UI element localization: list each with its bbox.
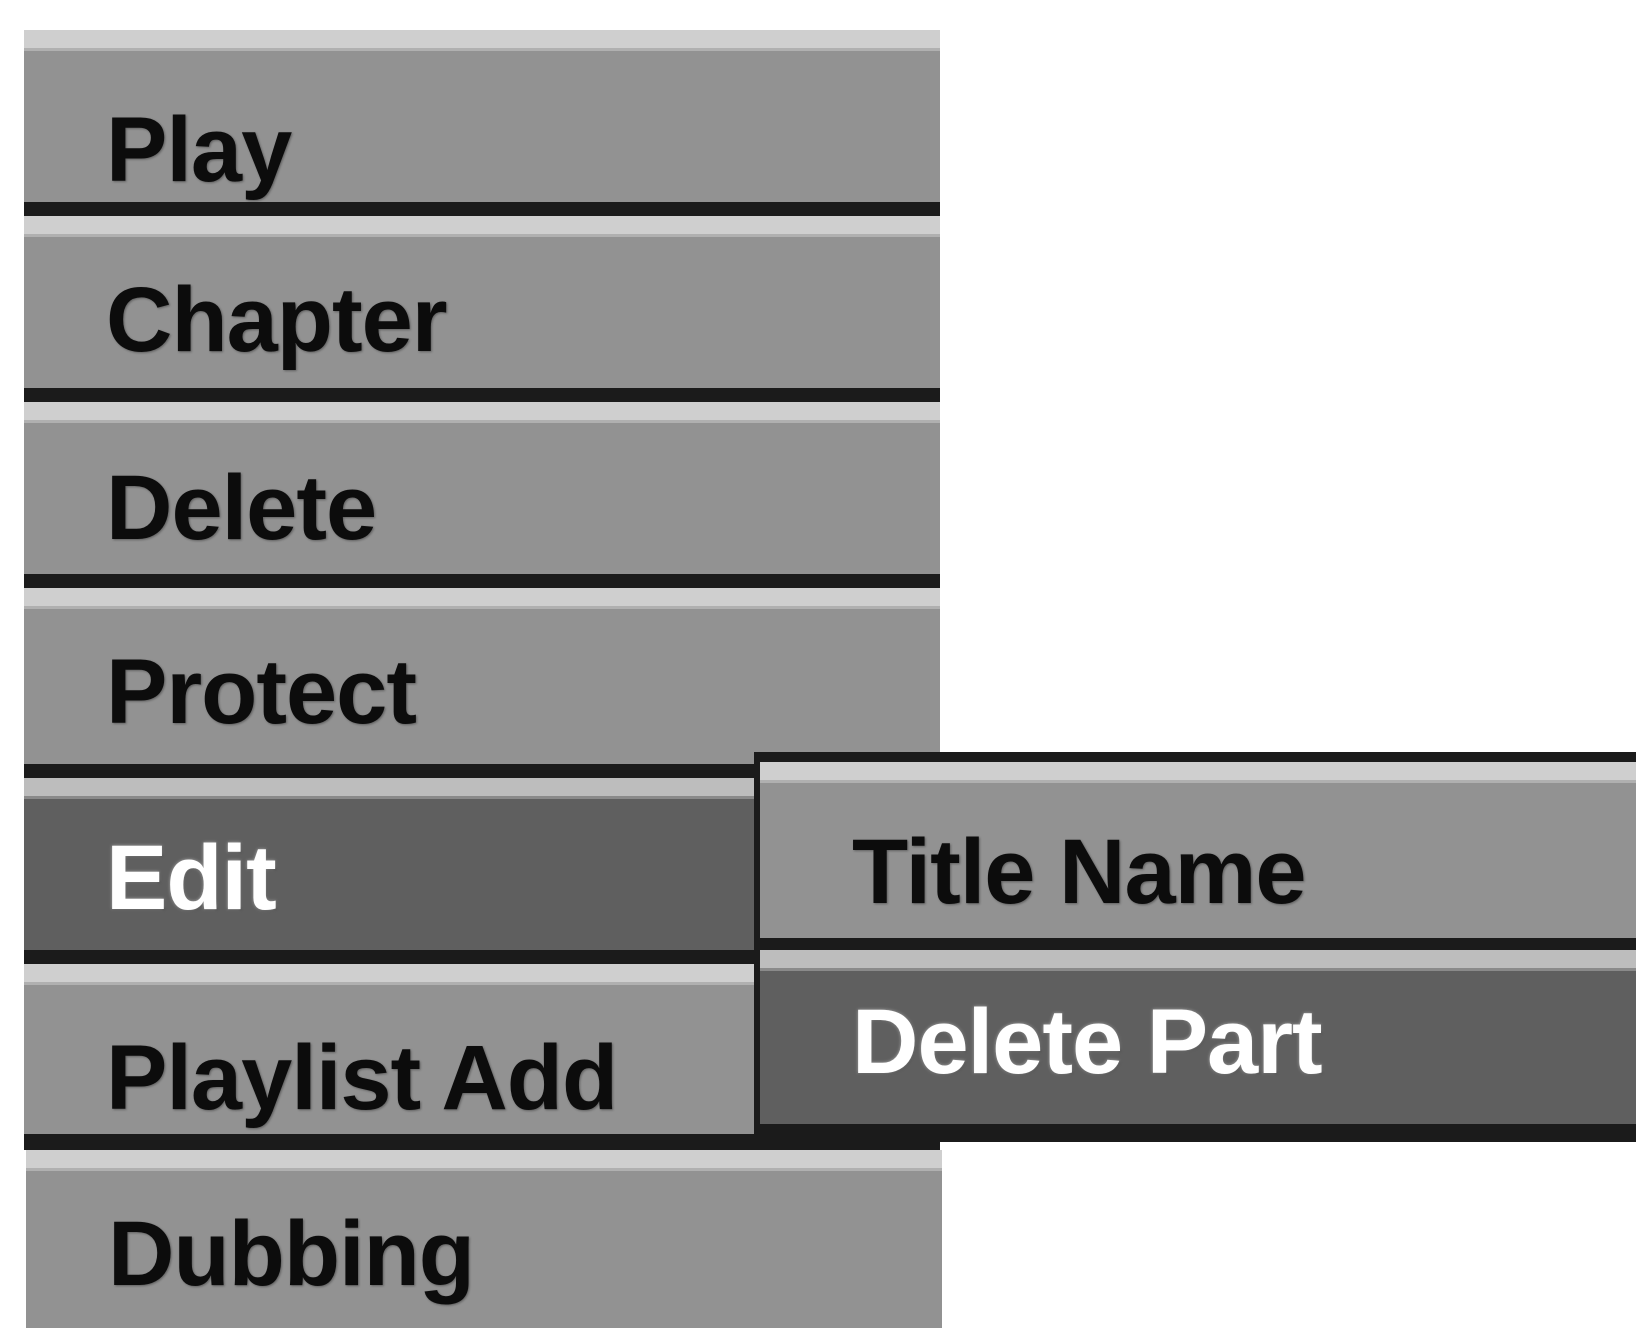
menu-item-label: Playlist Add [106, 1027, 618, 1129]
menu-item-label: Chapter [106, 269, 448, 371]
menu-item-dubbing[interactable]: Dubbing [26, 1150, 942, 1328]
menu-item-chapter[interactable]: Chapter [24, 216, 940, 388]
menu-separator [24, 202, 940, 216]
edit-submenu: Title Name Delete Part [754, 752, 1636, 1142]
menu-separator [24, 388, 940, 402]
submenu-item-label: Delete Part [852, 991, 1323, 1093]
menu-item-label: Edit [106, 827, 277, 929]
menu-item-label: Dubbing [108, 1203, 475, 1305]
menu-item-playlist-add[interactable]: Playlist Add [24, 964, 754, 1134]
menu-separator [24, 950, 754, 964]
menu-item-label: Delete [106, 457, 377, 559]
menu-separator [24, 574, 940, 588]
menu-item-edit[interactable]: Edit [24, 778, 754, 950]
menu-item-play[interactable]: Play [24, 30, 940, 202]
submenu-item-title-name[interactable]: Title Name [760, 762, 1636, 938]
menu-item-protect[interactable]: Protect [24, 588, 940, 764]
menu-item-label: Protect [106, 641, 417, 743]
menu-separator [24, 764, 754, 778]
menu-item-label: Play [106, 99, 292, 201]
menu-item-delete[interactable]: Delete [24, 402, 940, 574]
submenu-item-label: Title Name [852, 821, 1307, 923]
submenu-item-delete-part[interactable]: Delete Part [760, 950, 1636, 1124]
